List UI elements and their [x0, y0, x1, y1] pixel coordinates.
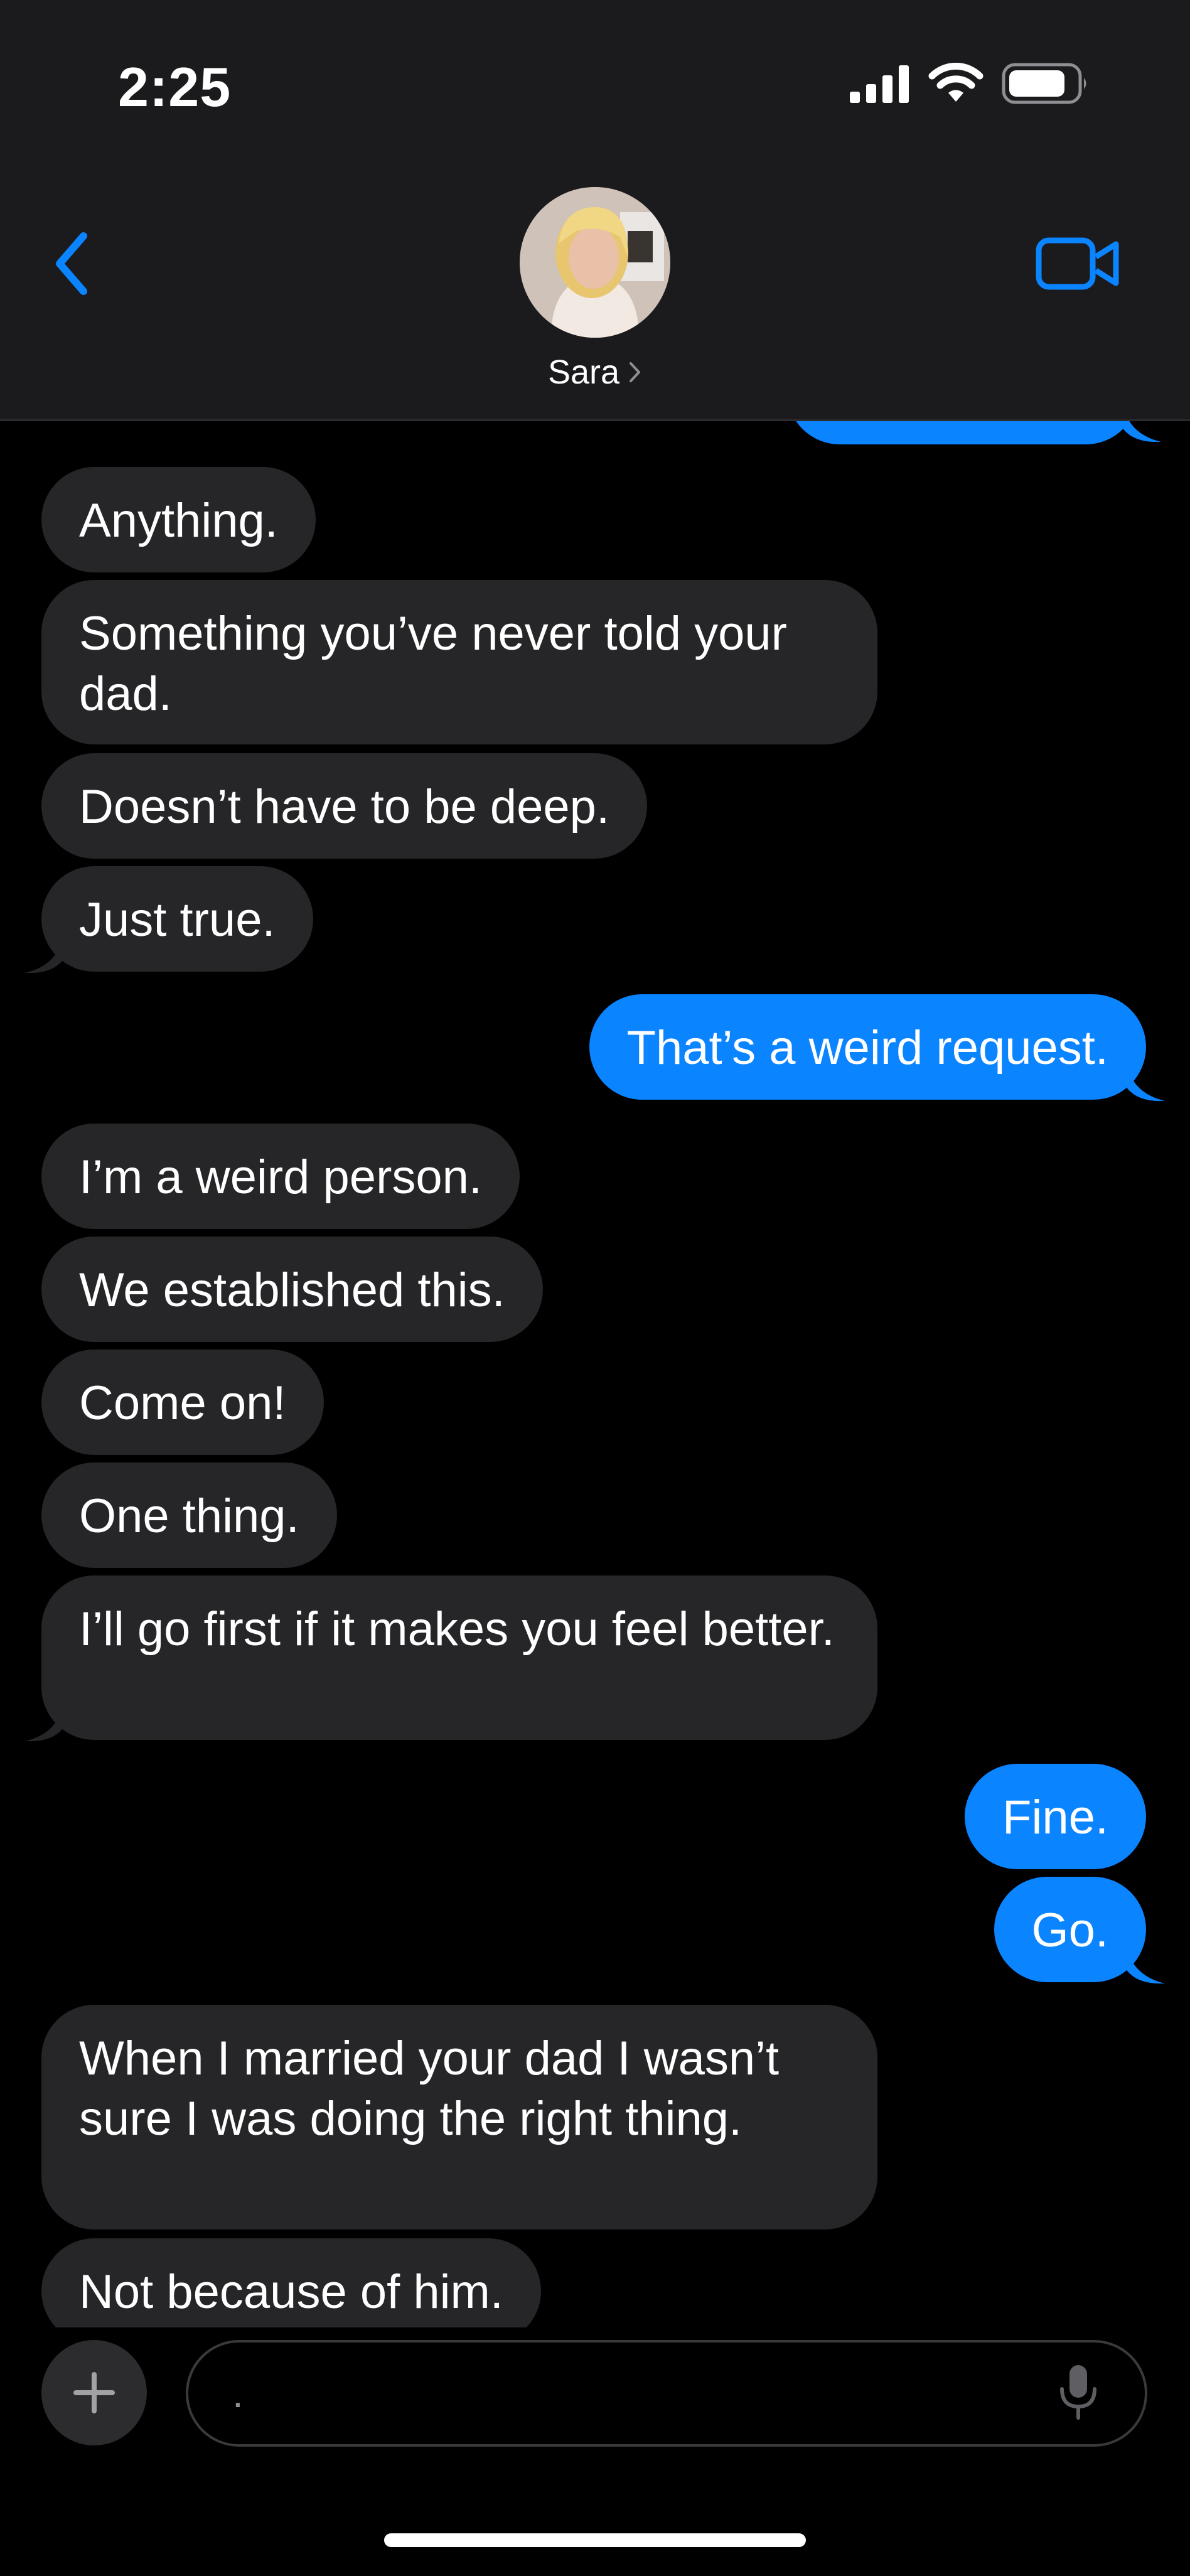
message-text: One thing.: [79, 1489, 299, 1543]
message-text: Anything.: [79, 494, 278, 547]
battery-icon: [1002, 63, 1090, 107]
microphone-icon: [1060, 2365, 1096, 2420]
wifi-icon: [928, 62, 984, 107]
contact-avatar[interactable]: [520, 187, 670, 338]
dictation-button[interactable]: [1047, 2361, 1110, 2424]
message-bubble-outgoing[interactable]: Go.: [994, 1877, 1146, 1982]
message-text: Come on!: [79, 1377, 286, 1430]
contact-name: Sara: [547, 353, 620, 391]
facetime-video-button[interactable]: [1034, 232, 1122, 295]
cellular-signal-icon: [850, 64, 910, 106]
message-bubble-incoming[interactable]: Something you’ve never told your dad.: [41, 580, 877, 744]
message-list[interactable]: Anything. Something you’ve never told yo…: [0, 419, 1190, 2327]
apps-plus-button[interactable]: [41, 2340, 147, 2445]
message-text: Fine.: [1002, 1791, 1108, 1844]
message-input[interactable]: [186, 2340, 1147, 2447]
message-bubble-incoming[interactable]: I’m a weird person.: [41, 1124, 520, 1229]
back-button[interactable]: [44, 226, 100, 301]
contact-name-button[interactable]: Sara: [0, 353, 1190, 392]
status-time: 2:25: [118, 56, 232, 118]
message-bubble-outgoing[interactable]: Fine.: [965, 1764, 1146, 1869]
message-text: Just true.: [79, 893, 276, 947]
chevron-left-icon: [56, 232, 87, 295]
message-bubble-incoming[interactable]: Come on!: [41, 1350, 324, 1455]
message-text: Not because of him.: [79, 2265, 503, 2319]
message-text: When I married your dad I wasn’t sure I …: [79, 2032, 780, 2145]
bubble-tail: [1127, 1066, 1165, 1102]
message-text: I’ll go first if it makes you feel bette…: [79, 1602, 835, 1656]
message-text: Go.: [1031, 1904, 1109, 1957]
bubble-tail: [1127, 1948, 1165, 1984]
chevron-right-icon: [630, 362, 641, 382]
message-bubble-incoming[interactable]: I’ll go first if it makes you feel bette…: [41, 1575, 877, 1740]
message-text: Doesn’t have to be deep.: [79, 780, 610, 834]
bubble-tail: [1123, 419, 1161, 443]
message-bubble-incoming[interactable]: Doesn’t have to be deep.: [41, 753, 648, 859]
message-bubble-outgoing[interactable]: That’s a weird request.: [589, 994, 1146, 1100]
message-text: Something you’ve never told your dad.: [79, 607, 787, 721]
message-text: We established this.: [79, 1264, 505, 1317]
bubble-tail: [25, 1706, 63, 1742]
message-bubble-incoming[interactable]: Not because of him.: [41, 2238, 541, 2327]
bubble-tail: [25, 938, 63, 974]
message-text: That’s a weird request.: [626, 1021, 1108, 1075]
message-bubble-incoming[interactable]: Just true.: [41, 866, 313, 972]
home-indicator[interactable]: [384, 2533, 806, 2547]
status-bar: 2:25: [0, 0, 1190, 157]
outgoing-bubble-partial: [787, 419, 1139, 444]
message-bubble-incoming[interactable]: When I married your dad I wasn’t sure I …: [41, 2005, 877, 2230]
video-camera-icon: [1036, 237, 1119, 290]
plus-icon: [73, 2372, 115, 2413]
message-bubble-incoming[interactable]: Anything.: [41, 467, 316, 572]
conversation-header: 2:25 Sara: [0, 0, 1190, 421]
message-bubble-incoming[interactable]: We established this.: [41, 1237, 543, 1342]
status-icons: [850, 62, 1090, 107]
message-text: I’m a weird person.: [79, 1151, 483, 1204]
message-bubble-incoming[interactable]: One thing.: [41, 1462, 337, 1568]
